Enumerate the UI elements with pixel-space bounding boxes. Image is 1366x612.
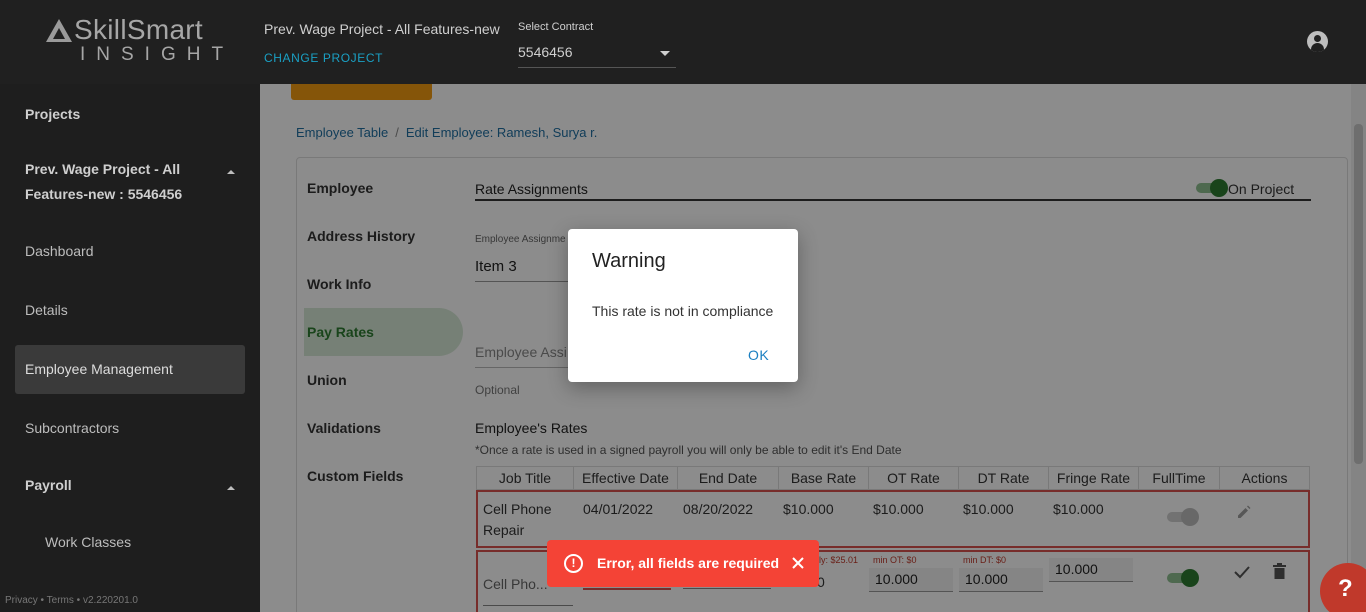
modal-backdrop[interactable] <box>260 84 1366 612</box>
sidebar: Projects Prev. Wage Project - All Featur… <box>0 84 260 612</box>
error-snackbar: Error, all fields are required <box>547 540 819 587</box>
logo-sub: INSIGHT <box>80 44 235 65</box>
ok-button[interactable]: OK <box>748 347 769 363</box>
sidebar-footer[interactable]: Privacy • Terms • v2.220201.0 <box>5 595 138 606</box>
help-icon: ? <box>1338 575 1353 602</box>
logo-brand: SkillSmart <box>74 14 204 45</box>
logo-triangle-icon <box>46 18 72 42</box>
chevron-up-icon[interactable] <box>227 170 235 174</box>
skillsmart-logo[interactable]: SkillSmart INSIGHT <box>46 14 226 66</box>
sidebar-item-payroll[interactable]: Payroll <box>25 477 72 493</box>
top-bar: SkillSmart INSIGHT Prev. Wage Project - … <box>0 0 1366 84</box>
contract-value: 5546456 <box>518 44 573 60</box>
sidebar-project-name-line1[interactable]: Prev. Wage Project - All <box>25 161 180 177</box>
account-icon[interactable] <box>1307 31 1328 52</box>
project-title: Prev. Wage Project - All Features-new <box>264 21 500 37</box>
sidebar-item-work-classes[interactable]: Work Classes <box>45 534 131 550</box>
sidebar-item-subcontractors[interactable]: Subcontractors <box>25 420 119 436</box>
contract-select[interactable]: 5546456 <box>518 40 676 68</box>
error-icon <box>564 554 583 573</box>
chevron-down-icon <box>660 51 670 56</box>
warning-dialog: Warning This rate is not in compliance O… <box>568 229 798 382</box>
dialog-message: This rate is not in compliance <box>592 303 774 319</box>
change-project-link[interactable]: CHANGE PROJECT <box>264 51 383 65</box>
sidebar-item-details[interactable]: Details <box>25 302 68 318</box>
snackbar-message: Error, all fields are required <box>597 555 780 571</box>
sidebar-project-name-line2[interactable]: Features-new : 5546456 <box>25 186 182 202</box>
dialog-title: Warning <box>592 250 666 272</box>
sidebar-item-employee-management[interactable]: Employee Management <box>25 361 173 377</box>
sidebar-item-projects[interactable]: Projects <box>25 106 80 122</box>
chevron-up-icon[interactable] <box>227 486 235 490</box>
contract-label: Select Contract <box>518 21 594 33</box>
close-icon[interactable] <box>790 555 806 571</box>
sidebar-item-dashboard[interactable]: Dashboard <box>25 243 94 259</box>
